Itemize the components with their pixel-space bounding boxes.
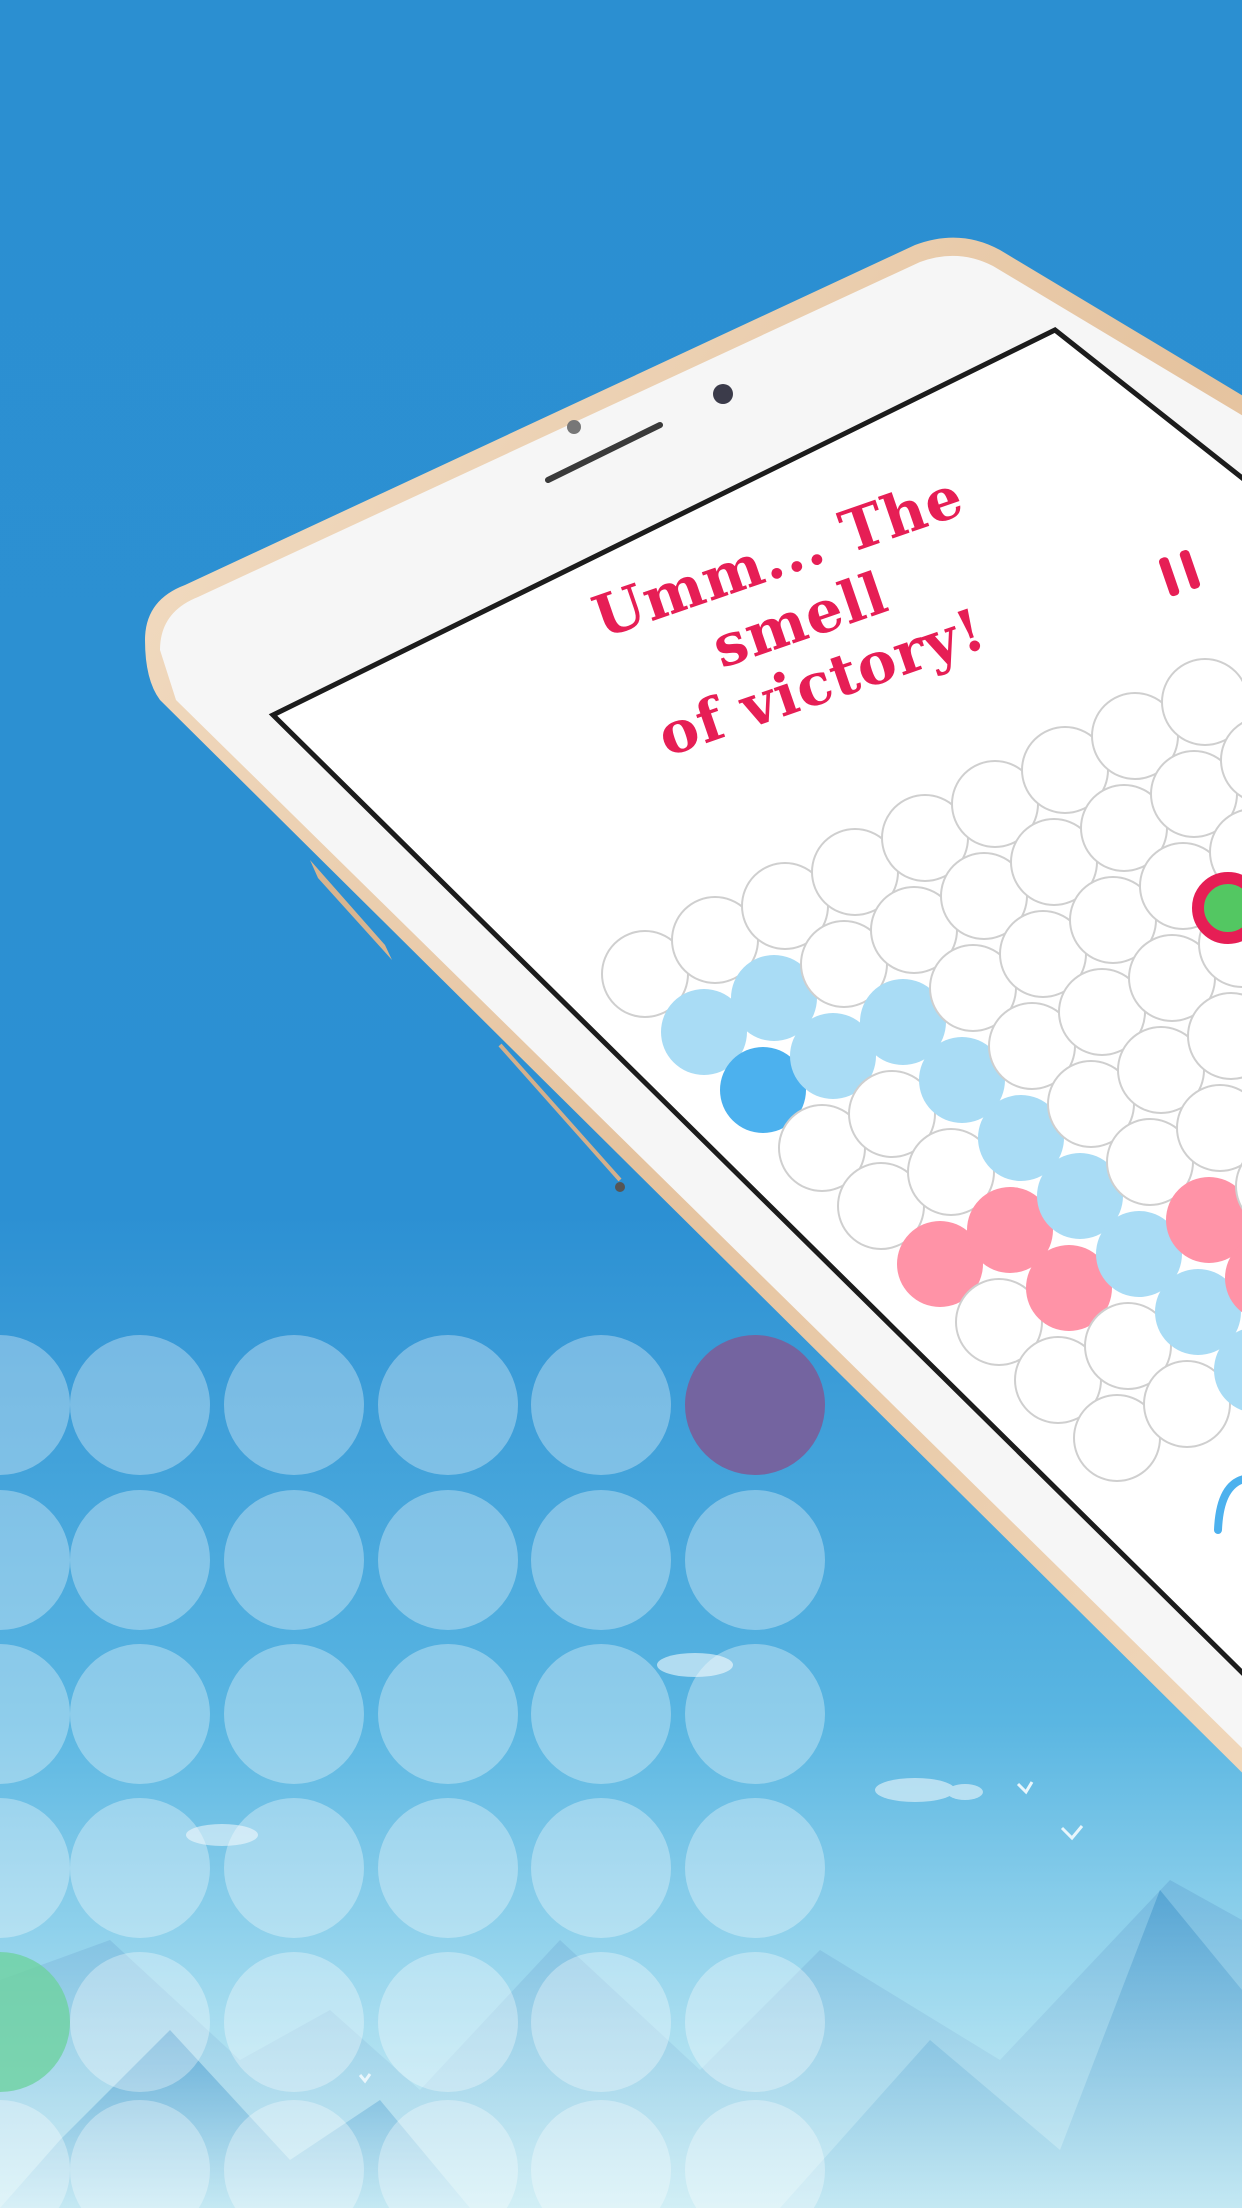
side-hole: [615, 1182, 625, 1192]
sensor: [567, 420, 581, 434]
phone-device: [145, 237, 1242, 1773]
app-store-screenshot: Umm... The smell of victory!: [0, 0, 1242, 2208]
front-camera: [713, 384, 733, 404]
pause-bar-right: [1178, 548, 1202, 591]
selected-piece[interactable]: [1192, 872, 1242, 944]
